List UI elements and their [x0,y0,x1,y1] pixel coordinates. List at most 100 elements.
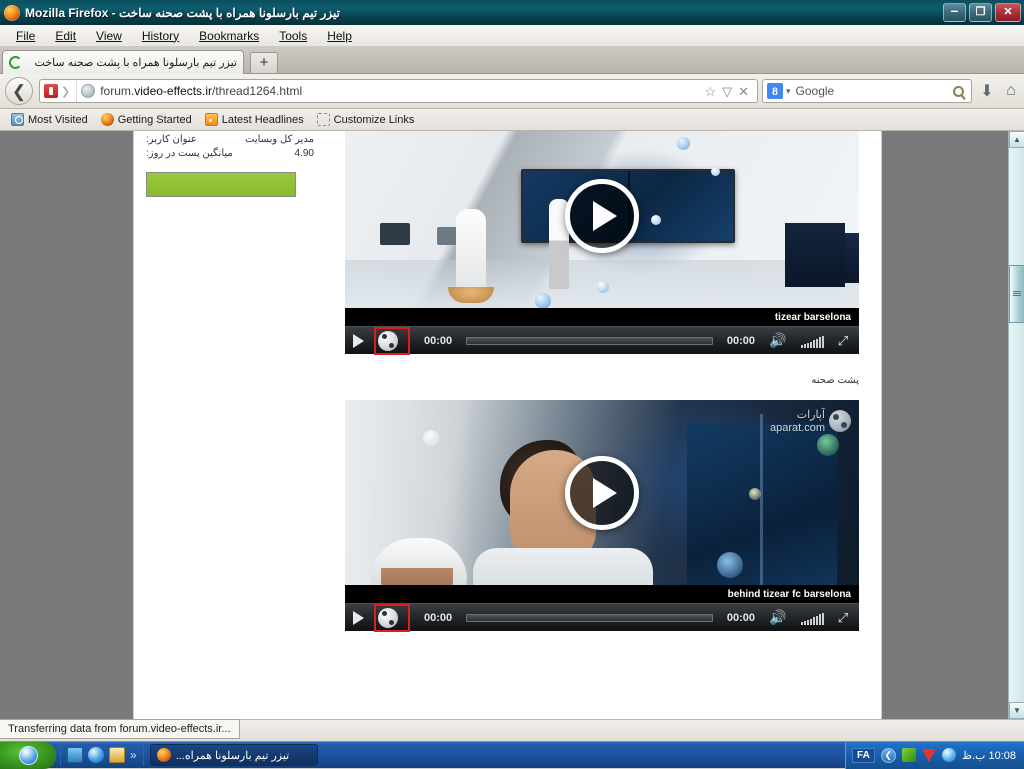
stop-loading-icon[interactable] [44,84,58,98]
minimize-icon: – [950,2,959,18]
window-title: تیزر تیم بارسلونا همراه با پشت صحنه ساخت… [25,5,340,20]
vertical-scrollbar[interactable]: ▲ ▼ [1008,131,1024,719]
restore-button[interactable]: ❐ [969,3,992,22]
close-button[interactable]: ✕ [995,3,1021,22]
search-engine-chevron-icon[interactable]: ▾ [786,86,791,97]
language-indicator[interactable]: FA [852,747,875,763]
play-overlay-button-2[interactable] [565,455,639,530]
green-banner[interactable] [146,172,296,197]
tray-expand-icon[interactable]: ❮ [880,747,896,763]
video-controls-1[interactable]: 00:00 00:00 🔊 ⤢ [345,326,859,355]
video-controls-2[interactable]: 00:00 00:00 🔊 ⤢ [345,603,859,632]
menu-history[interactable]: History [132,27,189,45]
aparat-watermark: آپارات aparat.com [770,408,851,434]
video-thumbnail-1[interactable] [345,131,859,308]
tray-network-icon[interactable] [901,748,916,762]
windows-logo-icon [18,745,38,765]
fullscreen-icon-1[interactable]: ⤢ [835,333,851,349]
system-tray: FA ❮ 10:08 ب.ظ [845,741,1024,769]
quality-icon-2[interactable] [801,611,827,625]
bookmark-star-icon[interactable]: ☆ [704,85,716,98]
aparat-watermark-fa: آپارات [796,409,825,421]
menu-help[interactable]: Help [317,27,362,45]
menu-tools[interactable]: Tools [269,27,317,45]
bookmark-customize-links[interactable]: Customize Links [312,112,420,127]
new-tab-button[interactable]: + [250,52,278,74]
video-current-time-2: 00:00 [424,611,453,624]
posts-per-day-label: میانگین پست در روز: [146,148,233,159]
quality-icon-1[interactable] [801,334,827,348]
video-title-bar-1: tizear barselona [345,308,859,326]
volume-icon-1[interactable]: 🔊 [769,332,787,349]
play-button-2[interactable] [353,610,364,625]
home-button[interactable]: ⌂ [998,82,1024,100]
play-button-1[interactable] [353,333,364,348]
menu-edit[interactable]: Edit [45,27,86,45]
bookmark-most-visited[interactable]: Most Visited [6,112,93,127]
start-button[interactable] [0,741,56,769]
browser-tab-active[interactable]: تیزر تیم بارسلونا همراه با پشت صحنه ساخت [2,50,244,74]
taskbar-item-firefox[interactable]: تیزر تیم بارسلونا همراه... [149,744,318,766]
scene-panel-divider [760,414,763,585]
video-player-2[interactable]: آپارات aparat.com behind tizear fc barse… [345,400,859,632]
minimize-button[interactable]: – [943,3,966,22]
scene-desk [380,223,410,245]
video-player-frame: آپارات aparat.com behind tizear fc barse… [345,400,859,632]
back-button[interactable]: ❮ [5,77,33,105]
bookmark-latest-headlines[interactable]: Latest Headlines [200,112,309,127]
user-info-block: مدیر کل وبسایت عنوان کاربر: 4.90 میانگین… [146,133,314,161]
quicklaunch-app-icon[interactable] [67,747,83,763]
menu-view[interactable]: View [86,27,132,45]
site-identity-block[interactable]: ❯ [44,80,78,102]
volume-icon-2[interactable]: 🔊 [769,609,787,626]
tab-strip: تیزر تیم بارسلونا همراه با پشت صحنه ساخت… [0,47,1024,74]
globe-favicon [81,84,96,98]
tray-browser-icon[interactable] [941,748,956,762]
scrollbar-thumb[interactable] [1009,265,1024,323]
video-thumbnail-2[interactable]: آپارات aparat.com [345,400,859,585]
stop-button-icon[interactable]: ✕ [738,85,749,98]
aparat-logo-highlight-2[interactable] [374,603,410,632]
tray-antivirus-icon[interactable] [921,748,936,762]
scene-bokeh [423,430,439,446]
posts-per-day-value: 4.90 [294,148,314,159]
aparat-watermark-text: آپارات aparat.com [770,408,825,434]
search-icon[interactable] [953,85,964,97]
menu-help-label: Help [327,28,352,43]
video-player-1[interactable]: tizear barselona 00:00 00:00 🔊 ⤢ [345,131,859,355]
search-bar[interactable]: 8 ▾ Google [762,79,972,103]
scene-bubble [651,215,661,225]
address-bar[interactable]: ❯ forum.video-effects.ir/thread1264.html… [39,79,758,103]
taskbar-clock[interactable]: 10:08 ب.ظ [962,749,1016,762]
most-visited-icon [11,113,24,126]
aparat-logo-icon[interactable] [378,330,398,351]
menu-bookmarks[interactable]: Bookmarks [189,27,269,45]
play-triangle-icon [593,477,617,508]
downloads-button[interactable]: ⬇ [976,81,998,101]
video-progress-bar-2[interactable] [466,613,713,622]
scene-person-face-2 [381,568,453,585]
scroll-down-button[interactable]: ▼ [1009,702,1024,719]
quicklaunch-overflow-icon[interactable]: » [130,748,137,762]
firefox-icon [4,4,20,21]
status-popup: Transferring data from forum.video-effec… [0,719,240,739]
quick-launch-bar: » [60,744,144,766]
menu-file[interactable]: File [6,27,45,45]
scrollbar-grip-icon [1013,291,1021,297]
scene-bubble [677,137,690,150]
menu-history-label: History [141,28,180,43]
bookmark-label: Getting Started [117,113,192,126]
internet-explorer-icon[interactable] [88,747,104,763]
video-progress-bar-1[interactable] [466,336,713,345]
quicklaunch-folder-icon[interactable] [109,747,125,763]
play-overlay-button-1[interactable] [565,178,639,253]
bookmark-getting-started[interactable]: Getting Started [96,112,197,127]
scroll-up-button[interactable]: ▲ [1009,131,1024,148]
aparat-logo-icon[interactable] [378,607,398,628]
chevron-down-icon[interactable]: ▽ [722,85,732,98]
fullscreen-icon-2[interactable]: ⤢ [835,610,851,626]
search-input[interactable]: Google [796,84,953,98]
browser-viewport[interactable]: مدیر کل وبسایت عنوان کاربر: 4.90 میانگین… [0,131,1008,719]
aparat-logo-highlight-1[interactable] [374,326,410,355]
windows-taskbar: » تیزر تیم بارسلونا همراه... FA ❮ 10:08 … [0,741,1024,769]
